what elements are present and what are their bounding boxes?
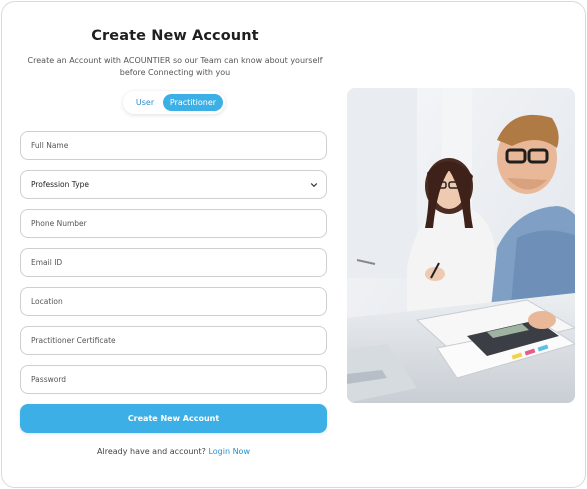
password-input[interactable] — [20, 365, 327, 394]
subtitle-line-2: before Connecting with you — [119, 68, 231, 77]
practitioner-certificate-input[interactable] — [20, 326, 327, 355]
login-now-link[interactable]: Login Now — [208, 447, 250, 456]
login-prompt-text: Already have and account? — [97, 447, 206, 456]
profession-type-value: Profession Type — [31, 180, 90, 189]
toggle-option-user[interactable]: User — [126, 94, 164, 111]
page-title: Create New Account — [91, 28, 259, 44]
location-input[interactable] — [20, 287, 327, 316]
toggle-option-practitioner[interactable]: Practitioner — [163, 94, 223, 111]
create-account-button[interactable]: Create New Account — [20, 404, 327, 433]
chevron-down-icon — [310, 183, 318, 187]
office-couple-illustration — [347, 88, 575, 403]
login-prompt: Already have and account? Login Now — [20, 447, 327, 456]
email-input[interactable] — [20, 248, 327, 277]
profession-type-select[interactable]: Profession Type — [20, 170, 327, 199]
hero-photo — [347, 88, 575, 403]
full-name-input[interactable] — [20, 131, 327, 160]
page-subtitle: Create an Account with ACOUNTIER so our … — [22, 55, 328, 79]
account-type-toggle: User Practitioner — [123, 91, 225, 114]
phone-number-input[interactable] — [20, 209, 327, 238]
subtitle-line-1: Create an Account with ACOUNTIER so our … — [27, 56, 323, 65]
